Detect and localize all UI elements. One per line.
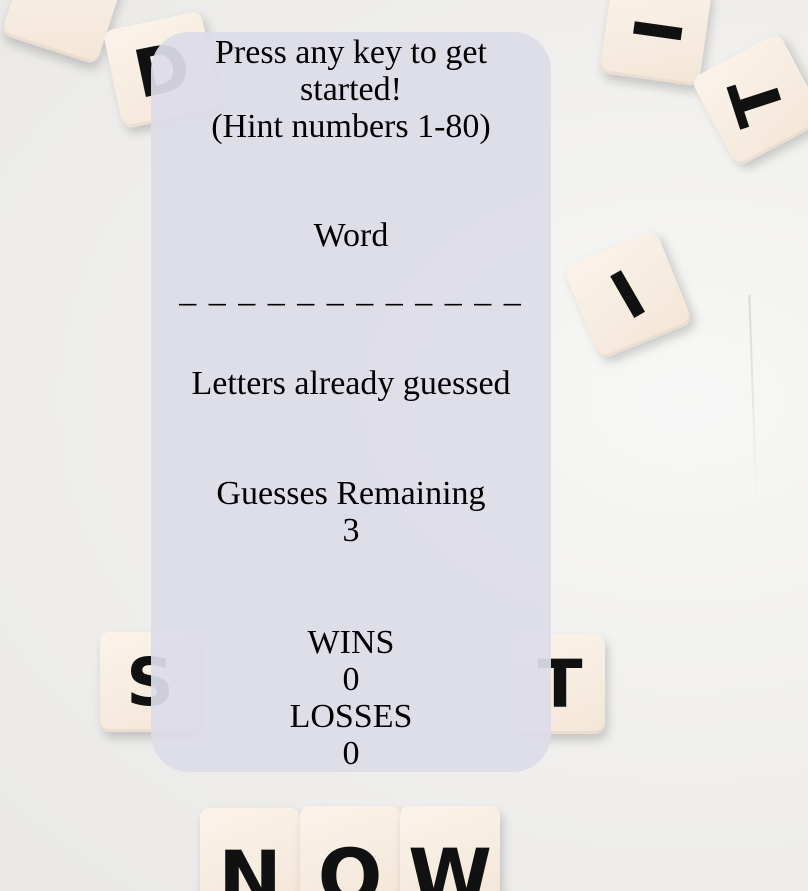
bg-tile-w: W (400, 806, 500, 891)
intro-line: Press any key to get (215, 34, 487, 71)
game-panel: Press any key to get started! (Hint numb… (151, 32, 551, 772)
bg-tile-o: O (300, 806, 400, 891)
wins-value: 0 (342, 661, 360, 698)
bg-tile-letter: T (714, 66, 802, 134)
guesses-remaining-label: Guesses Remaining (216, 475, 486, 512)
bg-tile-letter: W (408, 831, 492, 891)
bg-shadow-line (748, 295, 758, 505)
guessed-letters-label: Letters already guessed (191, 365, 511, 402)
word-label: Word (313, 217, 389, 254)
losses-label: LOSSES (289, 698, 413, 735)
losses-value: 0 (342, 735, 360, 772)
intro-message: Press any key to get started! (Hint numb… (151, 34, 551, 145)
bg-tile: I (562, 229, 694, 361)
bg-tile-letter: I (598, 255, 658, 335)
hint-line: (Hint numbers 1-80) (211, 108, 491, 145)
word-blanks: _ _ _ _ _ _ _ _ _ _ _ _ (179, 272, 523, 309)
bg-tile-n: N (200, 808, 300, 891)
bg-tile: T (690, 32, 808, 168)
bg-tile: I (599, 0, 713, 87)
intro-line: started! (300, 71, 402, 108)
bg-tile-letter: N (218, 833, 282, 891)
guesses-remaining-value: 3 (342, 512, 360, 549)
wins-label: WINS (307, 624, 395, 661)
bg-tile-letter: O (317, 831, 383, 891)
bg-tile-letter: I (616, 12, 696, 48)
